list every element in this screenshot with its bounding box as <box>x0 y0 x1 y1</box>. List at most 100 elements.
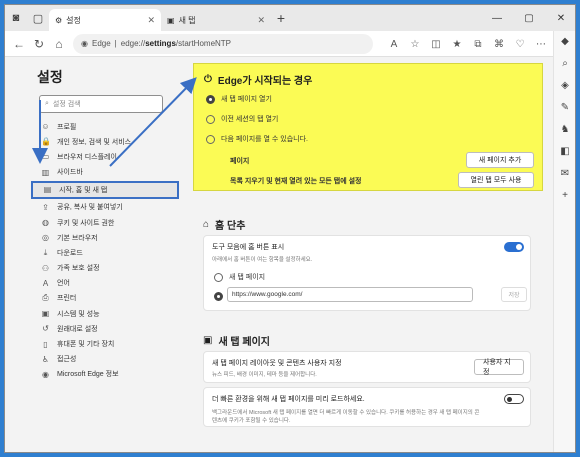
address-toolbar: ← ↻ ⌂ ◉ Edge | edge://settings/startHome… <box>5 31 575 57</box>
sidebar-item-label: 원래대로 설정 <box>57 325 98 333</box>
read-aloud-icon[interactable]: A <box>384 34 404 54</box>
shopping-icon[interactable]: ◈ <box>554 75 575 97</box>
edge-icon: ◉ <box>42 369 49 379</box>
sidebar-item-label: 프린터 <box>57 295 77 303</box>
back-icon[interactable]: ← <box>9 34 29 54</box>
close-icon[interactable]: ✕ <box>257 15 265 26</box>
preload-label: 더 빠른 환경을 위해 새 탭 페이지를 미리 로드하세요. <box>212 396 365 403</box>
browser-icon: ◎ <box>42 233 49 243</box>
preload-desc-2: 텐츠에 쿠키가 포함될 수 있습니다. <box>212 418 291 424</box>
newtab-icon: ▣ <box>203 335 213 346</box>
favorites-icon[interactable]: ★ <box>447 34 467 54</box>
add-page-button[interactable]: 새 페이지 추가 <box>466 152 534 168</box>
radio-button[interactable] <box>206 134 215 144</box>
sidebar-item[interactable]: ⚇ 가족 보호 설정 <box>31 261 179 276</box>
favorite-star-icon[interactable]: ☆ <box>405 34 425 54</box>
more-icon[interactable]: ⋯ <box>531 34 551 54</box>
new-tab-button[interactable]: + <box>271 10 291 26</box>
sidebar-item-label: 휴대폰 및 기타 장치 <box>57 341 115 349</box>
sidebar-item[interactable]: ☺ 프로필 <box>31 119 179 134</box>
edge-sidebar: ◆ ⌕ ◈ ✎ ♞ ◧ ✉ + <box>553 31 575 452</box>
edge-badge-icon: ◉ <box>81 39 88 48</box>
maximize-icon[interactable]: ▢ <box>513 5 545 31</box>
sidebar-item[interactable]: A 언어 <box>31 276 179 291</box>
tools-icon[interactable]: ✎ <box>554 97 575 119</box>
home-button-toggle[interactable] <box>504 242 524 252</box>
newtab-customize-card: 새 탭 페이지 레이아웃 및 콘텐츠 사용자 지정 뉴스 피드, 배경 이미지,… <box>203 351 531 383</box>
copilot-icon[interactable]: ◆ <box>554 31 575 53</box>
radio-prev-session[interactable]: 이전 세션의 탭 열기 <box>206 114 278 124</box>
minimize-icon[interactable]: — <box>481 5 513 31</box>
home-icon[interactable]: ⌂ <box>49 34 69 54</box>
radio-button[interactable] <box>214 272 223 282</box>
radio-newtab[interactable]: 새 탭 페이지 열기 <box>206 94 272 104</box>
window-controls: — ▢ ✕ <box>481 5 575 31</box>
tab-label: 설정 <box>66 15 81 25</box>
tab-actions-icon[interactable]: ▢ <box>27 7 49 29</box>
sidebar-item[interactable]: ♿ 접근성 <box>31 352 179 367</box>
save-button[interactable]: 저장 <box>501 287 527 302</box>
sidebar-item[interactable]: ◎ 기본 브라우저 <box>31 230 179 245</box>
sidebar-item[interactable]: ⎙ 프린터 <box>31 291 179 306</box>
close-icon[interactable]: ✕ <box>147 15 155 26</box>
sidebar-item[interactable]: ▯ 휴대폰 및 기타 장치 <box>31 336 179 351</box>
sidebar-item[interactable]: ◉ Microsoft Edge 정보 <box>31 367 179 382</box>
tab-bar: ◙ ▢ ⚙ 설정 ✕ ▣ 새 탭 ✕ + — ▢ ✕ <box>5 5 575 31</box>
collections-icon[interactable]: ⧉ <box>468 34 488 54</box>
sidebar-item[interactable]: 🔒 개인 정보, 검색 및 서비스 <box>31 134 179 149</box>
language-icon: A <box>42 278 49 288</box>
refresh-icon[interactable]: ↻ <box>29 34 49 54</box>
sidebar-item[interactable]: ◍ 쿠키 및 사이트 권한 <box>31 215 179 230</box>
clear-list-label: 목록 지우기 및 현재 열려 있는 모든 탭에 설정 <box>230 178 362 185</box>
tab-new-tab[interactable]: ▣ 새 탭 ✕ <box>161 9 271 31</box>
sidebar-item[interactable]: ⤓ 다운로드 <box>31 245 179 260</box>
customize-button[interactable]: 사용자 지정 <box>474 359 524 376</box>
split-screen-icon[interactable]: ◫ <box>426 34 446 54</box>
use-all-tabs-button[interactable]: 열린 탭 모두 사용 <box>458 172 534 188</box>
sidebar-item-label: 접근성 <box>57 356 77 364</box>
sidebar-item-label: 브라우저 디스플레이 <box>57 153 117 161</box>
home-url-input[interactable]: https://www.google.com/ <box>227 287 473 302</box>
browser-essentials-icon[interactable]: ♡ <box>510 34 530 54</box>
section-title: ⏻ Edge가 시작되는 경우 <box>204 74 313 87</box>
sidebar-item[interactable]: ▭ 브라우저 디스플레이 <box>31 149 179 164</box>
sidebar-item-label: 사이드바 <box>57 169 83 177</box>
address-separator: | <box>114 39 117 48</box>
radio-home-newtab[interactable]: 새 탭 페이지 <box>214 272 265 282</box>
newtab-section-title: ▣ 새 탭 페이지 <box>203 335 271 348</box>
cookie-icon: ◍ <box>42 218 49 228</box>
office-icon[interactable]: ◧ <box>554 141 575 163</box>
sidebar-item[interactable]: ▣ 시스템 및 성능 <box>31 306 179 321</box>
radio-button[interactable] <box>206 94 215 104</box>
address-bar[interactable]: ◉ Edge | edge://settings/startHomeNTP <box>73 33 373 54</box>
radio-open-pages[interactable]: 다음 페이지를 열 수 있습니다. <box>206 134 308 144</box>
sidebar-item[interactable]: ▤ 시작, 홈 및 새 탭 <box>31 180 179 199</box>
profile-avatar-icon[interactable]: ◙ <box>5 7 27 29</box>
sidebar-item[interactable]: ↺ 원래대로 설정 <box>31 321 179 336</box>
search-icon[interactable]: ⌕ <box>554 53 575 75</box>
settings-sidebar: 설정 ⌕ 설정 검색 ☺ 프로필 🔒 개인 정보, 검색 및 서비스 ▭ 브라우저 디스플… <box>31 57 179 452</box>
url-text: edge://settings/startHomeNTP <box>120 39 232 48</box>
radio-home-url[interactable] <box>214 292 223 301</box>
extensions-icon[interactable]: ⌘ <box>489 34 509 54</box>
reset-icon: ↺ <box>42 324 49 334</box>
home-show-label: 도구 모음에 홈 버튼 표시 <box>212 244 285 251</box>
home-section-title: ⌂ 홈 단추 <box>203 219 246 232</box>
games-icon[interactable]: ♞ <box>554 119 575 141</box>
sidebar-item[interactable]: ▥ 사이드바 <box>31 165 179 180</box>
sidebar-item[interactable]: ⇪ 공유, 복사 및 붙여넣기 <box>31 200 179 215</box>
outlook-icon[interactable]: ✉ <box>554 163 575 185</box>
search-input[interactable]: ⌕ 설정 검색 <box>39 95 163 113</box>
sidebar-item-label: 시작, 홈 및 새 탭 <box>59 186 108 194</box>
preload-toggle[interactable] <box>504 394 524 404</box>
sidebar-item-label: 프로필 <box>57 123 77 131</box>
home-icon: ⌂ <box>203 219 210 230</box>
pages-label: 페이지 <box>230 158 250 165</box>
tab-settings[interactable]: ⚙ 설정 ✕ <box>49 9 161 31</box>
display-icon: ▭ <box>41 152 50 162</box>
printer-icon: ⎙ <box>42 293 49 303</box>
browser-window: ◙ ▢ ⚙ 설정 ✕ ▣ 새 탭 ✕ + — ▢ ✕ ← ↻ ⌂ ◉ Edge … <box>4 4 576 453</box>
add-icon[interactable]: + <box>554 185 575 207</box>
window-close-icon[interactable]: ✕ <box>545 5 575 31</box>
radio-button[interactable] <box>206 114 215 124</box>
